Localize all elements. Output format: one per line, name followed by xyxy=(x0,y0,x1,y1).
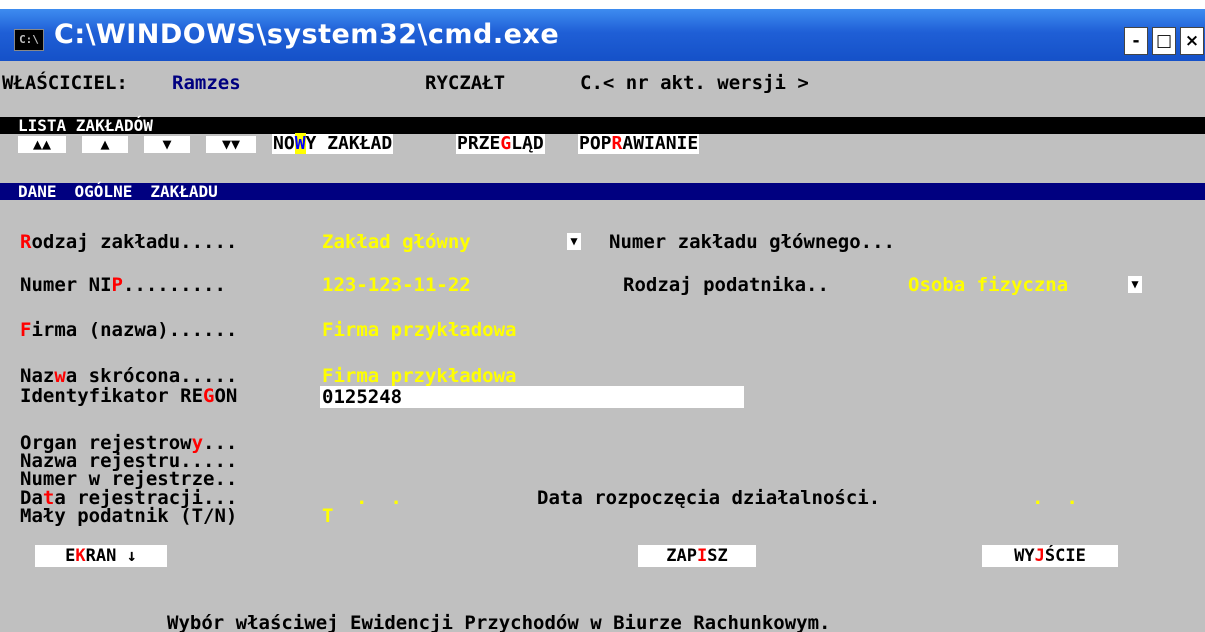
small-taxpayer-value[interactable]: T xyxy=(322,506,333,526)
section-word-1: DANE xyxy=(18,182,57,201)
company-name-value[interactable]: Firma przykładowa xyxy=(322,320,516,340)
section-word-3: ZAKŁADU xyxy=(150,182,218,201)
console-icon[interactable]: C:\ xyxy=(14,29,44,51)
company-name-label: Firma (nazwa)...... xyxy=(20,319,238,341)
exit-button[interactable]: WYJŚCIE xyxy=(982,545,1118,567)
status-line: Wybór właściwej Ewidencji Przychodów w B… xyxy=(167,612,831,632)
first-record-button[interactable]: ▲▲ xyxy=(18,136,66,153)
minimize-button[interactable]: - xyxy=(1124,27,1148,55)
taxpayer-type-label: Rodzaj podatnika.. xyxy=(623,274,829,296)
branch-type-label: Rodzaj zakładu..... xyxy=(20,231,238,253)
section-word-2: OGÓLNE xyxy=(74,182,133,201)
maximize-button[interactable]: □ xyxy=(1152,27,1176,55)
title-bar[interactable]: C:\ C:\WINDOWS\system32\cmd.exe - □ × xyxy=(0,9,1205,61)
start-date-value[interactable]: . . xyxy=(1032,488,1078,508)
list-bar-title: LISTA ZAKŁADÓW xyxy=(18,116,153,135)
nip-label: Numer NIP......... xyxy=(20,274,226,296)
registry-number-label: Numer w rejestrze.. xyxy=(20,468,238,490)
small-taxpayer-label: Mały podatnik (T/N) xyxy=(20,505,238,527)
section-bar: DANE OGÓLNE ZAKŁADU xyxy=(0,183,1205,200)
owner-label: WŁAŚCICIEL: xyxy=(2,72,128,94)
close-button[interactable]: × xyxy=(1180,27,1204,55)
window-title: C:\WINDOWS\system32\cmd.exe xyxy=(54,19,560,50)
last-record-button[interactable]: ▼▼ xyxy=(206,136,256,153)
edit-button[interactable]: POPRAWIANIE xyxy=(578,133,700,154)
branch-type-value[interactable]: Zakład główny xyxy=(322,232,471,252)
dropdown-arrow-icon[interactable]: ▼ xyxy=(567,233,581,250)
new-branch-button[interactable]: NOWY ZAKŁAD xyxy=(272,133,394,154)
ryczalt-label: RYCZAŁT xyxy=(425,72,506,94)
start-date-label: Data rozpoczęcia działalności. xyxy=(537,487,881,509)
regon-label: Identyfikator REGON xyxy=(20,385,238,407)
prev-record-button[interactable]: ▲ xyxy=(82,136,128,153)
browse-hotkey: G xyxy=(500,133,512,154)
version-label: C.< nr akt. wersji > xyxy=(580,72,809,94)
short-name-value[interactable]: Firma przykładowa xyxy=(322,366,516,386)
save-button[interactable]: ZAPISZ xyxy=(638,545,756,567)
screen-button[interactable]: EKRAN ↓ xyxy=(35,545,167,567)
nip-value[interactable]: 123-123-11-22 xyxy=(322,275,471,295)
list-bar: LISTA ZAKŁADÓW xyxy=(0,117,1205,134)
registration-date-value[interactable]: . . xyxy=(356,488,402,508)
browse-button[interactable]: PRZEGLĄD xyxy=(456,134,545,154)
console-area: WŁAŚCICIEL: Ramzes RYCZAŁT C.< nr akt. w… xyxy=(0,61,1205,632)
short-name-label: Nazwa skrócona..... xyxy=(20,365,238,387)
taxpayer-type-value[interactable]: Osoba fizyczna xyxy=(908,275,1068,295)
new-hotkey: W xyxy=(294,133,306,154)
next-record-button[interactable]: ▼ xyxy=(144,136,190,153)
owner-value: Ramzes xyxy=(172,72,241,94)
regon-input[interactable]: 0125248 xyxy=(320,386,744,408)
dropdown-arrow-icon[interactable]: ▼ xyxy=(1128,276,1142,293)
edit-hotkey: R xyxy=(611,133,623,154)
main-branch-number-label: Numer zakładu głównego... xyxy=(609,231,895,253)
